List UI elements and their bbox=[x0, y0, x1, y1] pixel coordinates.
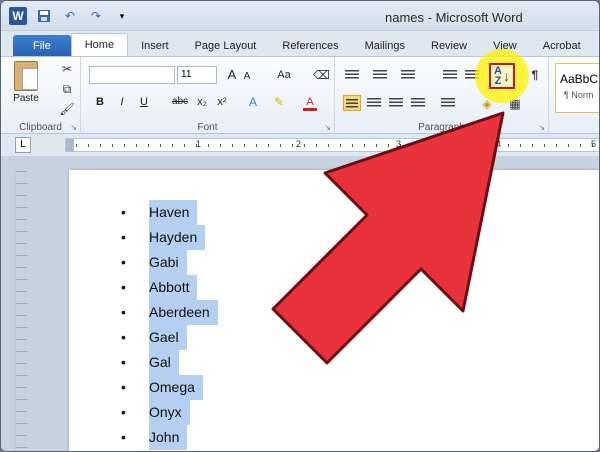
list-item-text: Abbott bbox=[149, 275, 198, 300]
paste-label: Paste bbox=[13, 93, 39, 104]
grow-font-button[interactable]: A bbox=[225, 66, 239, 84]
ruler-number: 4 bbox=[496, 139, 502, 149]
clipboard-group-label: Clipboard bbox=[19, 122, 62, 133]
sort-down-arrow-icon: ↓ bbox=[502, 68, 510, 84]
undo-icon[interactable]: ↶ bbox=[61, 7, 79, 25]
quick-access-toolbar: W ↶ ↷ ▾ bbox=[9, 7, 131, 25]
underline-button[interactable]: U bbox=[137, 93, 151, 111]
tab-mailings[interactable]: Mailings bbox=[352, 35, 418, 57]
italic-button[interactable]: I bbox=[115, 93, 129, 111]
line-spacing-icon[interactable] bbox=[439, 95, 457, 111]
bullet-icon: • bbox=[121, 379, 126, 395]
clear-formatting-icon[interactable]: ⌫ bbox=[313, 67, 330, 83]
list-item-text: Gabi bbox=[149, 250, 187, 275]
bold-button[interactable]: B bbox=[93, 93, 107, 111]
show-marks-icon[interactable]: ¶ bbox=[527, 67, 543, 83]
align-center-icon[interactable] bbox=[365, 95, 383, 111]
shrink-font-button[interactable]: A bbox=[241, 68, 253, 86]
font-size-input[interactable]: 11 bbox=[177, 66, 217, 84]
paragraph-launcher-icon[interactable]: ↘ bbox=[538, 123, 545, 132]
bullet-icon: • bbox=[121, 204, 126, 220]
font-launcher-icon[interactable]: ↘ bbox=[324, 123, 331, 132]
list-item-text: Haven bbox=[149, 200, 198, 225]
word-window: W ↶ ↷ ▾ names - Microsoft Word File Home… bbox=[0, 0, 600, 452]
numbering-icon[interactable] bbox=[371, 67, 389, 83]
customize-toolbar-icon[interactable]: ▾ bbox=[113, 7, 131, 25]
window-title: names - Microsoft Word bbox=[385, 10, 523, 25]
document-area: • Haven • Hayden • Gabi • Abbott • Aberdeen • Gael •… bbox=[1, 156, 599, 451]
sort-bottom-letter: Z bbox=[494, 75, 502, 87]
tab-references[interactable]: References bbox=[269, 35, 351, 57]
copy-icon[interactable]: ⧉ bbox=[59, 81, 75, 97]
tab-insert[interactable]: Insert bbox=[128, 35, 182, 57]
font-name-input[interactable] bbox=[89, 66, 175, 84]
align-left-icon[interactable] bbox=[343, 95, 361, 111]
list-item-text: John bbox=[149, 425, 188, 450]
text-effects-icon[interactable]: A bbox=[245, 94, 261, 110]
tab-selector[interactable]: L bbox=[15, 137, 31, 153]
subscript-button[interactable]: x₂ bbox=[195, 93, 209, 111]
bullet-icon: • bbox=[121, 354, 126, 370]
cut-icon[interactable]: ✂ bbox=[59, 61, 75, 77]
word-logo-icon[interactable]: W bbox=[9, 7, 27, 25]
document-page[interactable]: • Haven • Hayden • Gabi • Abbott • Aberdeen • Gael •… bbox=[69, 170, 599, 451]
tab-file[interactable]: File bbox=[13, 35, 71, 57]
tab-acrobat[interactable]: Acrobat bbox=[530, 35, 594, 57]
style-normal-label: ¶ Norm bbox=[564, 90, 594, 100]
clipboard-launcher-icon[interactable]: ↘ bbox=[70, 123, 77, 132]
tab-page-layout[interactable]: Page Layout bbox=[182, 35, 270, 57]
ruler-bar: L 1 2 3 4 5 bbox=[1, 134, 599, 156]
bullet-icon: • bbox=[121, 254, 126, 270]
superscript-button[interactable]: x² bbox=[215, 93, 229, 111]
font-group: 11 A A Aa ⌫ B I U abc x₂ x² A ✎ A Font ↘ bbox=[81, 57, 335, 135]
paste-button[interactable]: Paste bbox=[7, 61, 45, 113]
justify-icon[interactable] bbox=[409, 95, 427, 111]
list-item-text: Onyx bbox=[149, 400, 190, 425]
clipboard-icon bbox=[14, 61, 38, 91]
bullet-icon: • bbox=[121, 404, 126, 420]
clipboard-group: Paste ✂ ⧉ 🖌 Clipboard ↘ bbox=[1, 57, 81, 135]
ruler-ticks bbox=[76, 144, 599, 147]
sort-az-icon: A Z bbox=[494, 66, 502, 87]
highlight-color-icon[interactable]: ✎ bbox=[271, 94, 287, 110]
tab-review[interactable]: Review bbox=[418, 35, 480, 57]
title-bar: W ↶ ↷ ▾ names - Microsoft Word bbox=[1, 1, 599, 31]
save-icon[interactable] bbox=[35, 7, 53, 25]
vertical-ruler bbox=[15, 171, 27, 451]
bullet-icon: • bbox=[121, 429, 126, 445]
ruler-number: 3 bbox=[396, 139, 402, 149]
ruler-left-margin bbox=[66, 139, 74, 151]
list-item-text: Omega bbox=[149, 375, 203, 400]
ruler-number: 2 bbox=[296, 139, 302, 149]
list-item-text: Aberdeen bbox=[149, 300, 218, 325]
font-group-label: Font bbox=[197, 122, 218, 133]
bullet-icon: • bbox=[121, 304, 126, 320]
styles-gallery[interactable]: AaBbC ¶ Norm bbox=[555, 63, 599, 113]
redo-icon[interactable]: ↷ bbox=[87, 7, 105, 25]
bullet-icon: • bbox=[121, 329, 126, 345]
align-right-icon[interactable] bbox=[387, 95, 405, 111]
style-preview: AaBbC bbox=[560, 72, 599, 86]
ruler-number: 5 bbox=[591, 139, 597, 149]
tab-home[interactable]: Home bbox=[70, 33, 129, 57]
paragraph-group-label: Paragraph bbox=[418, 122, 465, 133]
sort-button[interactable]: A Z ↓ bbox=[489, 63, 515, 89]
font-color-button[interactable]: A bbox=[303, 93, 317, 111]
list-item-text: Hayden bbox=[149, 225, 206, 250]
format-painter-icon[interactable]: 🖌 bbox=[59, 101, 75, 117]
horizontal-ruler[interactable]: 1 2 3 4 5 bbox=[65, 138, 599, 152]
list-item-text: Gal bbox=[149, 350, 179, 375]
multilevel-list-icon[interactable] bbox=[399, 67, 417, 83]
list-item-text: Gael bbox=[149, 325, 187, 350]
strikethrough-button[interactable]: abc bbox=[169, 93, 191, 111]
bullet-icon: • bbox=[121, 229, 126, 245]
decrease-indent-icon[interactable] bbox=[441, 67, 459, 83]
change-case-button[interactable]: Aa bbox=[273, 66, 295, 84]
bullets-icon[interactable] bbox=[343, 67, 361, 83]
bullet-icon: • bbox=[121, 279, 126, 295]
ruler-number: 1 bbox=[196, 139, 202, 149]
